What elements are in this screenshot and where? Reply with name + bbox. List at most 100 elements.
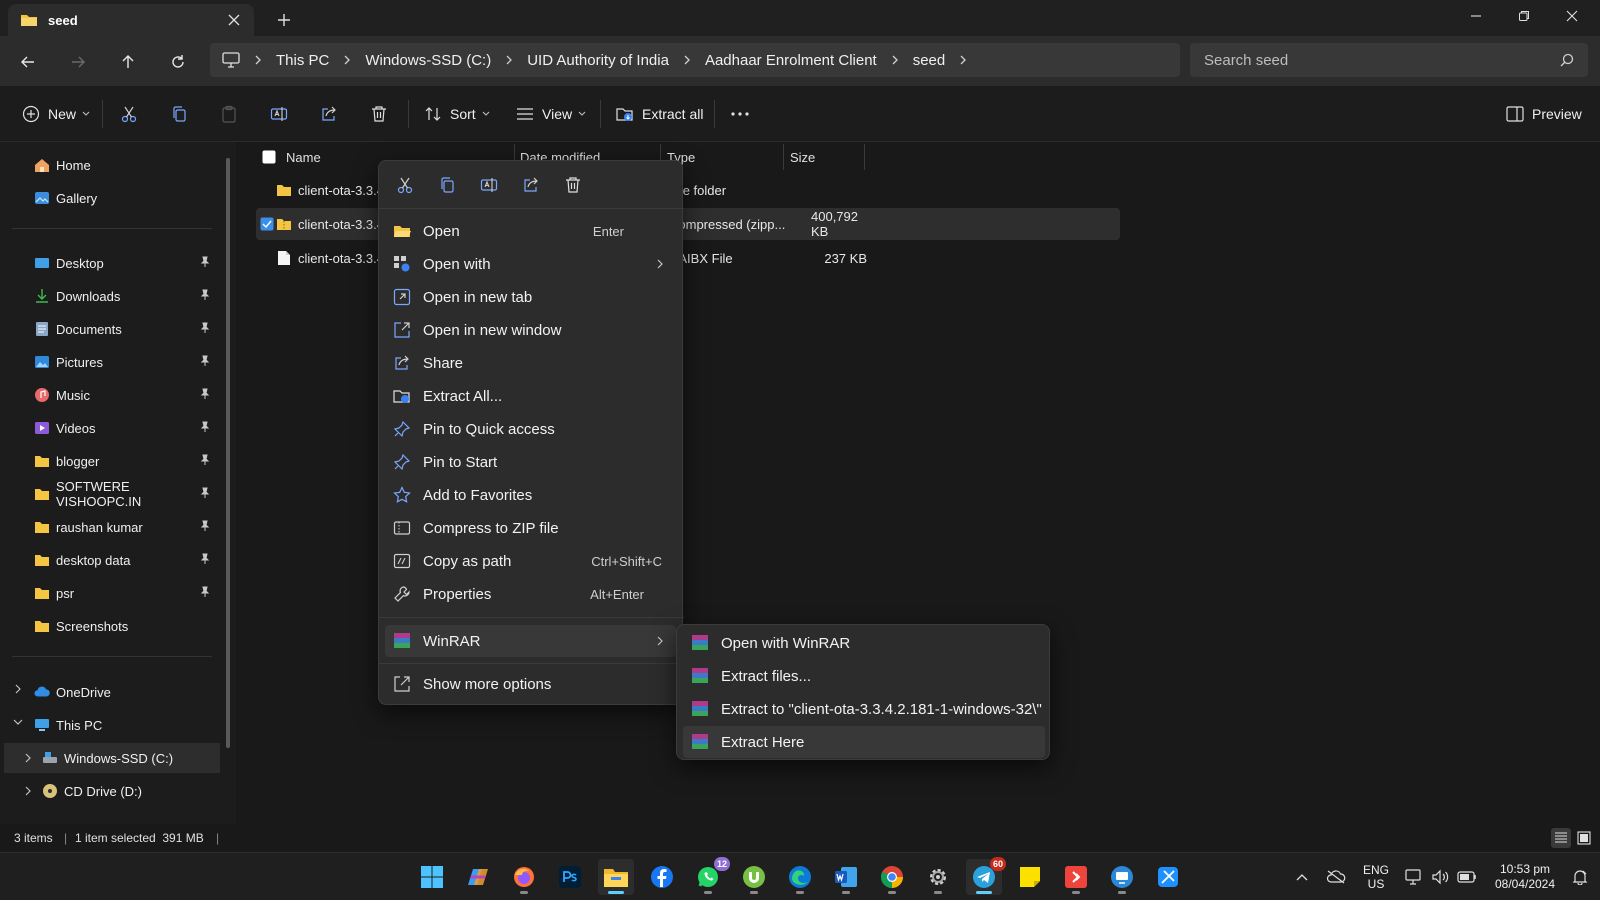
sidebar-item-onedrive[interactable]: OneDrive <box>34 677 214 707</box>
details-view-button[interactable] <box>1551 828 1571 848</box>
chevron-down-icon[interactable] <box>12 716 24 728</box>
language-indicator[interactable]: ENG US <box>1356 853 1396 900</box>
sidebar-item-videos[interactable]: Videos <box>34 413 218 443</box>
sidebar-item-gallery[interactable]: Gallery <box>34 183 214 213</box>
menu-item-open-new-tab[interactable]: Open in new tab <box>385 281 676 313</box>
pin-icon[interactable] <box>200 355 210 367</box>
edge-icon[interactable] <box>782 859 818 895</box>
close-tab-icon[interactable] <box>226 12 242 28</box>
chevron-right-icon[interactable] <box>959 55 967 65</box>
column-header-size[interactable]: Size <box>790 144 815 170</box>
start-button[interactable] <box>414 859 450 895</box>
menu-item-open-new-window[interactable]: Open in new window <box>385 314 676 346</box>
chevron-right-icon[interactable] <box>12 683 24 695</box>
clock[interactable]: 10:53 pm 08/04/2024 <box>1484 853 1566 900</box>
sidebar-item-softwere[interactable]: SOFTWERE VISHOOPC.IN <box>34 479 218 509</box>
photoshop-icon[interactable] <box>552 859 588 895</box>
sidebar-item-raushan[interactable]: raushan kumar <box>34 512 218 542</box>
search-input[interactable] <box>1204 51 1524 69</box>
copilot-icon[interactable] <box>460 859 496 895</box>
pin-icon[interactable] <box>200 487 210 499</box>
menu-item-open[interactable]: Open Enter <box>385 215 676 247</box>
sidebar-item-music[interactable]: Music <box>34 380 218 410</box>
pin-icon[interactable] <box>200 388 210 400</box>
snipping-tool-icon[interactable] <box>1150 859 1186 895</box>
sidebar-item-downloads[interactable]: Downloads <box>34 281 218 311</box>
delete-button[interactable] <box>370 98 388 130</box>
new-button[interactable]: New <box>22 98 90 130</box>
minimize-button[interactable] <box>1452 0 1500 32</box>
tiles-view-button[interactable] <box>1574 828 1594 848</box>
sidebar-item-this-pc[interactable]: This PC <box>34 710 214 740</box>
extract-all-button[interactable]: Extract all <box>616 98 703 130</box>
menu-item-pin-quick-access[interactable]: Pin to Quick access <box>385 413 676 445</box>
pin-icon[interactable] <box>200 322 210 334</box>
menu-item-pin-start[interactable]: Pin to Start <box>385 446 676 478</box>
paste-button[interactable] <box>220 98 238 130</box>
notification-bell-icon[interactable] <box>1568 853 1592 900</box>
settings-icon[interactable] <box>920 859 956 895</box>
menu-item-extract-all[interactable]: Extract All... <box>385 380 676 412</box>
menu-item-compress-zip[interactable]: Compress to ZIP file <box>385 512 676 544</box>
chevron-right-icon[interactable] <box>22 752 34 764</box>
pin-icon[interactable] <box>200 289 210 301</box>
cut-icon[interactable] <box>395 175 415 195</box>
file-explorer-icon[interactable] <box>598 859 634 895</box>
pin-icon[interactable] <box>200 553 210 565</box>
network-icon[interactable] <box>1402 853 1426 900</box>
rename-icon[interactable] <box>479 175 499 195</box>
tab-seed[interactable]: seed <box>8 4 254 36</box>
pin-icon[interactable] <box>200 586 210 598</box>
preview-button[interactable]: Preview <box>1506 98 1582 130</box>
sidebar-item-pictures[interactable]: Pictures <box>34 347 218 377</box>
column-header-name[interactable]: Name <box>286 144 321 170</box>
sidebar-item-blogger[interactable]: blogger <box>34 446 218 476</box>
pin-icon[interactable] <box>200 421 210 433</box>
sidebar-item-windows-ssd[interactable]: Windows-SSD (C:) <box>4 743 220 773</box>
restore-button[interactable] <box>1500 0 1548 32</box>
remote-desktop-icon[interactable] <box>1104 859 1140 895</box>
menu-item-properties[interactable]: Properties Alt+Enter <box>385 578 676 610</box>
pin-icon[interactable] <box>200 454 210 466</box>
onedrive-offline-icon[interactable] <box>1322 853 1350 900</box>
battery-icon[interactable] <box>1454 853 1480 900</box>
back-button[interactable] <box>12 46 44 78</box>
share-button[interactable] <box>320 98 338 130</box>
sticky-notes-icon[interactable] <box>1012 859 1048 895</box>
sidebar-item-home[interactable]: Home <box>34 150 214 180</box>
menu-item-open-with[interactable]: Open with <box>385 248 676 280</box>
sort-button[interactable]: Sort <box>424 98 490 130</box>
utorrent-icon[interactable] <box>736 859 772 895</box>
breadcrumb-uid[interactable]: UID Authority of India <box>527 52 669 69</box>
view-button[interactable]: View <box>516 98 586 130</box>
facebook-icon[interactable] <box>644 859 680 895</box>
breadcrumb-drive[interactable]: Windows-SSD (C:) <box>365 52 491 69</box>
menu-item-copy-path[interactable]: Copy as path Ctrl+Shift+C <box>385 545 676 577</box>
sidebar-item-desktop[interactable]: Desktop <box>34 248 218 278</box>
submenu-item-extract-files[interactable]: Extract files... <box>683 660 1045 692</box>
close-window-button[interactable] <box>1548 0 1596 32</box>
trash-icon[interactable] <box>563 175 583 195</box>
menu-item-show-more[interactable]: Show more options <box>385 668 676 700</box>
firefox-icon[interactable] <box>506 859 542 895</box>
menu-item-winrar[interactable]: WinRAR <box>385 625 676 657</box>
word-icon[interactable] <box>828 859 864 895</box>
anydesk-icon[interactable] <box>1058 859 1094 895</box>
sidebar-item-psr[interactable]: psr <box>34 578 218 608</box>
breadcrumb-this-pc[interactable]: This PC <box>276 52 329 69</box>
sidebar-item-screenshots[interactable]: Screenshots <box>34 611 218 641</box>
submenu-item-open-winrar[interactable]: Open with WinRAR <box>683 627 1045 659</box>
submenu-item-extract-to[interactable]: Extract to "client-ota-3.3.4.2.181-1-win… <box>683 693 1045 725</box>
whatsapp-icon[interactable]: 12 <box>690 857 730 895</box>
menu-item-share[interactable]: Share <box>385 347 676 379</box>
new-tab-button[interactable] <box>272 8 296 32</box>
cut-button[interactable] <box>120 98 138 130</box>
chrome-icon[interactable] <box>874 859 910 895</box>
row-checkbox-checked[interactable] <box>260 208 274 240</box>
copy-icon[interactable] <box>437 175 457 195</box>
more-options-button[interactable] <box>730 98 750 130</box>
search-icon[interactable] <box>1560 53 1574 67</box>
breadcrumb-aadhaar[interactable]: Aadhaar Enrolment Client <box>705 52 877 69</box>
breadcrumb-seed[interactable]: seed <box>913 52 946 69</box>
volume-icon[interactable] <box>1428 853 1452 900</box>
